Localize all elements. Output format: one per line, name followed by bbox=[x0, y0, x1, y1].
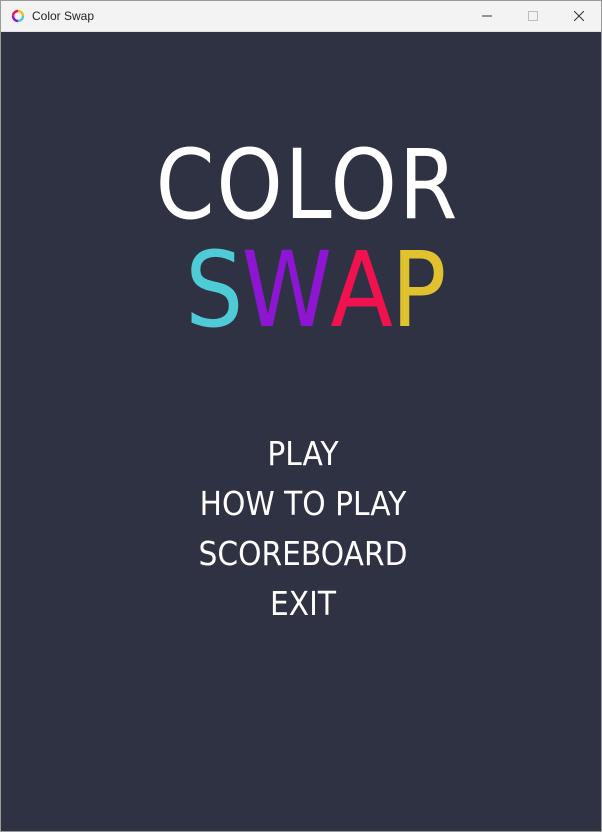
title-bar[interactable]: Color Swap bbox=[1, 1, 601, 32]
game-window: Color Swap COLOR SWAP PLAY HOW TO PLAY S bbox=[0, 0, 602, 832]
logo-title-swap: SWAP bbox=[39, 231, 592, 349]
window-title: Color Swap bbox=[32, 9, 95, 23]
menu-item-exit[interactable]: EXIT bbox=[31, 582, 575, 632]
logo-title-color: COLOR bbox=[155, 129, 460, 241]
maximize-button[interactable] bbox=[510, 1, 556, 31]
logo-letter-a: A bbox=[330, 229, 393, 351]
menu-item-play[interactable]: PLAY bbox=[31, 432, 575, 482]
minimize-icon bbox=[482, 15, 492, 17]
minimize-button[interactable] bbox=[464, 1, 510, 31]
main-menu: PLAY HOW TO PLAY SCOREBOARD EXIT bbox=[1, 432, 602, 632]
close-icon bbox=[574, 11, 584, 21]
maximize-icon bbox=[528, 11, 538, 21]
color-ring-icon bbox=[11, 9, 25, 23]
menu-item-scoreboard[interactable]: SCOREBOARD bbox=[31, 532, 575, 582]
game-canvas: COLOR SWAP PLAY HOW TO PLAY SCOREBOARD E… bbox=[1, 32, 601, 831]
logo-letter-s: S bbox=[185, 229, 243, 351]
close-button[interactable] bbox=[556, 1, 602, 31]
logo-letter-p: P bbox=[391, 229, 446, 351]
logo-letter-w: W bbox=[241, 229, 332, 351]
menu-item-how-to-play[interactable]: HOW TO PLAY bbox=[31, 482, 575, 532]
